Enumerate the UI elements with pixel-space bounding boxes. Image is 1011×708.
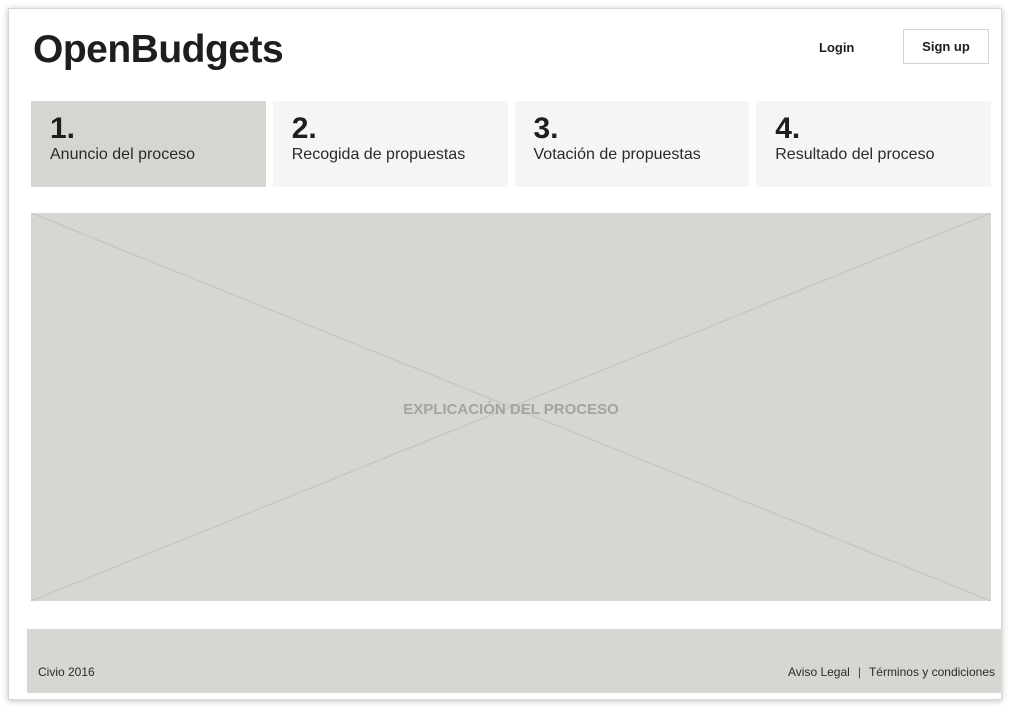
- step-1-tab[interactable]: 1. Anuncio del proceso: [31, 101, 266, 187]
- footer-copyright: Civio 2016: [38, 665, 95, 679]
- page-footer: Civio 2016 Aviso Legal | Términos y cond…: [27, 629, 1001, 693]
- placeholder-label: EXPLICACIÓN DEL PROCESO: [403, 401, 619, 418]
- terms-link[interactable]: Términos y condiciones: [869, 665, 995, 679]
- step-2-tab[interactable]: 2. Recogida de propuestas: [272, 101, 508, 187]
- footer-separator: |: [857, 665, 861, 679]
- step-number: 2.: [291, 112, 317, 145]
- step-number: 1.: [50, 112, 76, 145]
- legal-notice-link[interactable]: Aviso Legal: [788, 665, 850, 679]
- signup-button[interactable]: Sign up: [903, 29, 989, 64]
- step-3-tab[interactable]: 3. Votación de propuestas: [514, 101, 750, 187]
- process-steps: 1. Anuncio del proceso 2. Recogida de pr…: [31, 101, 991, 187]
- process-explanation-placeholder: EXPLICACIÓN DEL PROCESO: [31, 213, 991, 601]
- site-logo[interactable]: OpenBudgets: [33, 27, 284, 74]
- login-link[interactable]: Login: [819, 39, 854, 57]
- step-number: 4.: [775, 112, 801, 145]
- step-label: Recogida de propuestas: [291, 146, 466, 163]
- step-label: Anuncio del proceso: [50, 146, 195, 163]
- step-label: Votación de propuestas: [533, 146, 701, 163]
- page-frame: OpenBudgets Login Sign up 1. Anuncio del…: [8, 8, 1002, 700]
- step-4-tab[interactable]: 4. Resultado del proceso: [756, 101, 991, 187]
- step-label: Resultado del proceso: [775, 146, 935, 163]
- footer-links: Aviso Legal | Términos y condiciones: [788, 665, 995, 679]
- step-number: 3.: [533, 112, 559, 145]
